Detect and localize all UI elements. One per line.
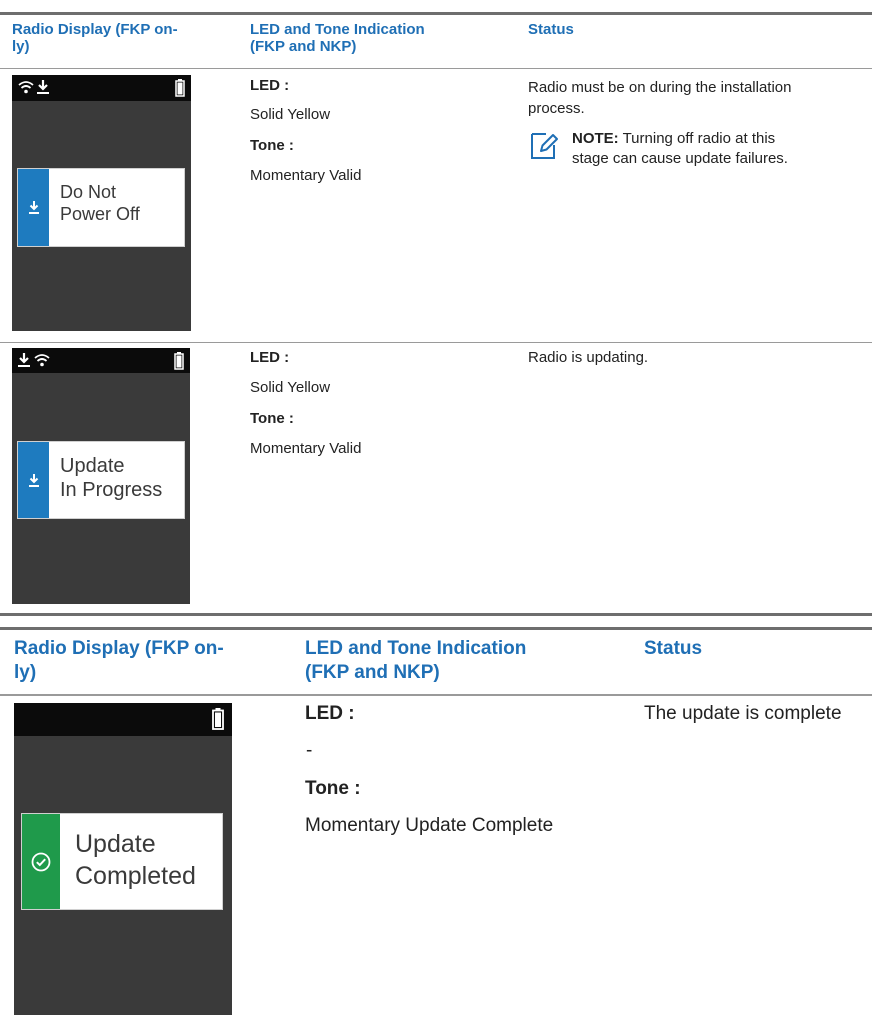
tone-value: Momentary Valid <box>250 167 362 184</box>
led-label: LED : <box>250 77 290 94</box>
status-bar <box>12 348 190 373</box>
battery-icon <box>174 352 184 370</box>
table1-header-led-tone: LED and Tone Indication (FKP and NKP) <box>250 21 425 56</box>
screen-message: Update Completed <box>75 830 196 890</box>
led-value: - <box>306 740 313 761</box>
battery-icon <box>212 708 224 730</box>
led-label: LED : <box>250 349 290 366</box>
screen-message-card: Do Not Power Off <box>17 168 185 247</box>
table1-bottom-rule <box>0 613 872 616</box>
tone-value: Momentary Valid <box>250 440 362 457</box>
table2-header-display: Radio Display (FKP on- ly) <box>14 638 224 683</box>
table1-header-display: Radio Display (FKP on- ly) <box>12 21 178 56</box>
led-value: Solid Yellow <box>250 379 331 396</box>
download-icon <box>28 473 40 488</box>
tone-label: Tone : <box>305 778 361 799</box>
status-bar <box>14 703 232 736</box>
table1-row-rule <box>0 342 872 343</box>
checkmark-circle-icon <box>31 852 51 872</box>
tone-label: Tone : <box>250 410 294 427</box>
note-label: NOTE: <box>572 130 619 147</box>
note-text: NOTE: Turning off radio at this stage ca… <box>572 130 788 167</box>
download-icon <box>36 79 50 95</box>
table2-header-rule <box>0 694 872 696</box>
note-icon <box>529 129 559 161</box>
led-label: LED : <box>305 703 355 724</box>
card-strip <box>18 169 49 246</box>
radio-screen-do-not-power-off: Do Not Power Off <box>12 75 191 331</box>
wifi-icon <box>18 80 34 94</box>
screen-message-card: Update In Progress <box>17 441 185 519</box>
screen-message-card: Update Completed <box>21 813 223 910</box>
card-strip <box>18 442 49 518</box>
status-bar <box>12 75 191 101</box>
table1-header-status: Status <box>528 21 574 38</box>
screen-message: Update In Progress <box>60 455 163 501</box>
led-value: Solid Yellow <box>250 106 331 123</box>
tone-value: Momentary Update Complete <box>305 815 554 836</box>
table1-top-rule <box>0 12 872 15</box>
radio-screen-update-completed: Update Completed <box>14 703 232 1015</box>
download-icon <box>28 200 40 215</box>
table2-header-status: Status <box>644 638 703 659</box>
status-text: Radio is updating. <box>528 349 649 366</box>
table2-top-rule <box>0 627 872 630</box>
table2-header-led-tone: LED and Tone Indication (FKP and NKP) <box>305 638 527 683</box>
download-icon <box>17 352 31 368</box>
status-text: Radio must be on during the installation… <box>528 79 792 117</box>
card-strip <box>22 814 60 909</box>
battery-icon <box>175 79 185 97</box>
table1-header-rule <box>0 68 872 69</box>
screen-message: Do Not Power Off <box>60 182 140 224</box>
status-text: The update is complete <box>644 703 842 724</box>
wifi-icon <box>34 353 50 367</box>
radio-screen-update-in-progress: Update In Progress <box>12 348 190 604</box>
tone-label: Tone : <box>250 137 294 154</box>
